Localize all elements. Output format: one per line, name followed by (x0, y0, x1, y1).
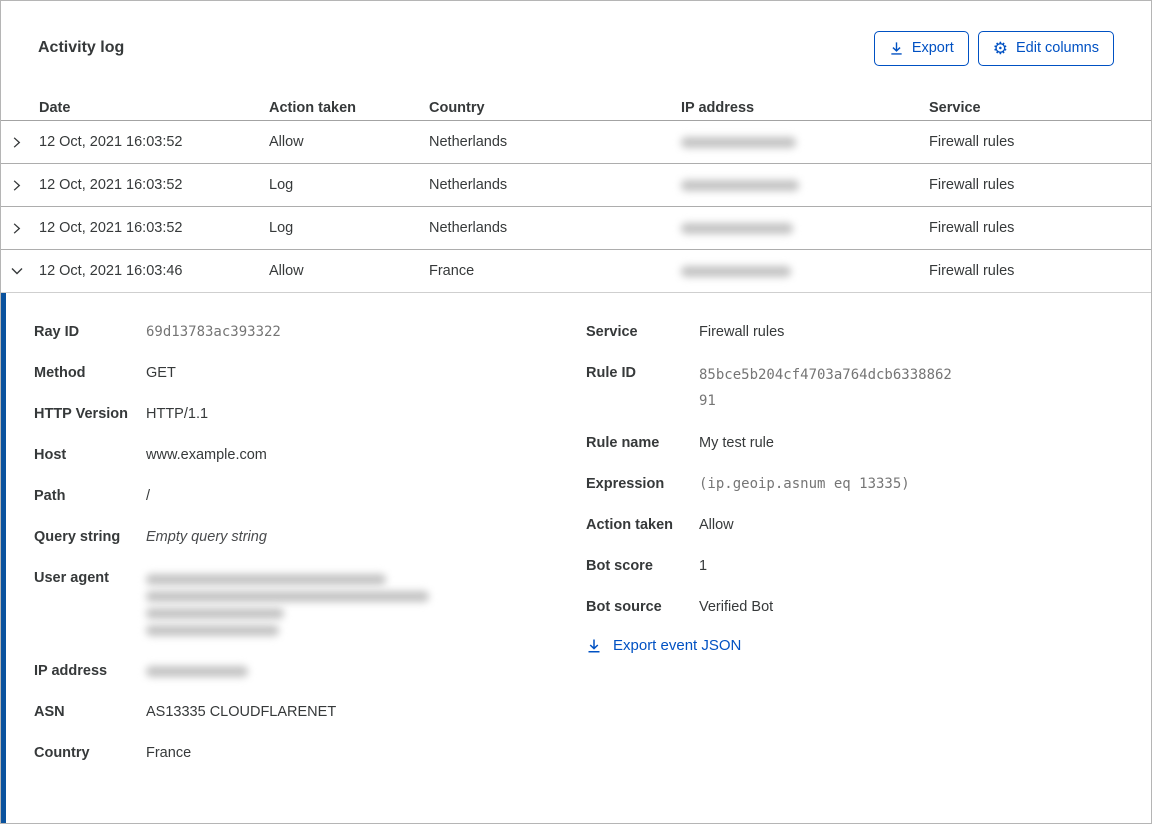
detail-field-user-agent: User agent (34, 567, 586, 642)
export-event-json-label: Export event JSON (613, 637, 742, 654)
col-header-ip-address: IP address (681, 99, 755, 116)
table-row[interactable]: 12 Oct, 2021 16:03:52 Log Netherlands Fi… (1, 164, 1151, 207)
col-header-date: Date (39, 99, 71, 116)
detail-field-rule-id: Rule ID 85bce5b204cf4703a764dcb633886291 (586, 365, 952, 409)
table-row[interactable]: 12 Oct, 2021 16:03:52 Log Netherlands Fi… (1, 207, 1151, 250)
detail-field-query-string: Query string Empty query string (34, 529, 267, 545)
detail-field-path: Path / (34, 488, 151, 504)
detail-field-country: Country France (34, 745, 192, 761)
cell-country: Netherlands (429, 220, 508, 236)
detail-field-method: Method GET (34, 365, 176, 381)
chevron-down-icon[interactable] (1, 263, 39, 279)
user-agent-redacted (146, 567, 429, 642)
cell-service: Firewall rules (929, 177, 1015, 193)
cell-action-taken: Allow (269, 134, 304, 150)
cell-action-taken: Allow (269, 263, 304, 279)
detail-field-asn: ASN AS13335 CLOUDFLARENET (34, 704, 337, 720)
cell-date: 12 Oct, 2021 16:03:52 (39, 134, 183, 150)
detail-field-ip-address: IP address (34, 660, 586, 683)
table-row-expanded[interactable]: 12 Oct, 2021 16:03:46 Allow France Firew… (1, 250, 1151, 293)
detail-field-bot-source: Bot source Verified Bot (586, 599, 774, 615)
export-button[interactable]: Export (873, 30, 969, 66)
cell-action-taken: Log (269, 177, 294, 193)
table-header: Date Action taken Country IP address Ser… (1, 95, 1151, 121)
cell-service: Firewall rules (929, 220, 1015, 236)
detail-field-service: Service Firewall rules (586, 324, 785, 340)
page-title: Activity log (38, 39, 125, 56)
chevron-right-icon[interactable] (1, 135, 39, 150)
edit-columns-button[interactable]: ⚙ Edit columns (977, 30, 1114, 66)
detail-field-http-version: HTTP Version HTTP/1.1 (34, 406, 209, 422)
detail-field-bot-score: Bot score 1 (586, 558, 708, 574)
cell-ip-redacted (681, 220, 929, 236)
cell-service: Firewall rules (929, 134, 1015, 150)
chevron-right-icon[interactable] (1, 178, 39, 193)
cell-date: 12 Oct, 2021 16:03:46 (39, 263, 183, 279)
detail-field-ray-id: Ray ID 69d13783ac393322 (34, 324, 281, 340)
edit-columns-button-label: Edit columns (1015, 40, 1099, 56)
detail-field-rule-name: Rule name My test rule (586, 435, 774, 451)
detail-left-column: Ray ID 69d13783ac393322 Method GET HTTP … (34, 321, 586, 823)
cell-date: 12 Oct, 2021 16:03:52 (39, 220, 183, 236)
activity-log-panel: Activity log Export ⚙ Edit columns Date … (0, 0, 1152, 824)
detail-field-action-taken: Action taken Allow (586, 517, 734, 533)
event-detail-panel: Ray ID 69d13783ac393322 Method GET HTTP … (1, 293, 1151, 823)
download-icon (889, 41, 904, 56)
col-header-country: Country (429, 99, 485, 116)
cell-country: Netherlands (429, 177, 508, 193)
ip-address-redacted (146, 660, 248, 683)
export-button-label: Export (911, 40, 954, 56)
cell-service: Firewall rules (929, 263, 1015, 279)
detail-right-column: Service Firewall rules Rule ID 85bce5b20… (586, 321, 1151, 823)
cell-country: Netherlands (429, 134, 508, 150)
detail-field-host: Host www.example.com (34, 447, 267, 463)
col-header-service: Service (929, 99, 981, 116)
export-event-json-link[interactable]: Export event JSON (586, 637, 1151, 654)
cell-country: France (429, 263, 475, 279)
download-icon (586, 638, 602, 654)
cell-ip-redacted (681, 134, 929, 150)
table-row[interactable]: 12 Oct, 2021 16:03:52 Allow Netherlands … (1, 121, 1151, 164)
header: Activity log Export ⚙ Edit columns (1, 1, 1151, 95)
detail-field-expression: Expression (ip.geoip.asnum eq 13335) (586, 476, 910, 492)
cell-action-taken: Log (269, 220, 294, 236)
col-header-action-taken: Action taken (269, 99, 357, 116)
cell-ip-redacted (681, 177, 929, 193)
gear-icon: ⚙ (992, 38, 1008, 58)
cell-ip-redacted (681, 263, 929, 279)
chevron-right-icon[interactable] (1, 221, 39, 236)
cell-date: 12 Oct, 2021 16:03:52 (39, 177, 183, 193)
header-actions: Export ⚙ Edit columns (873, 30, 1114, 66)
